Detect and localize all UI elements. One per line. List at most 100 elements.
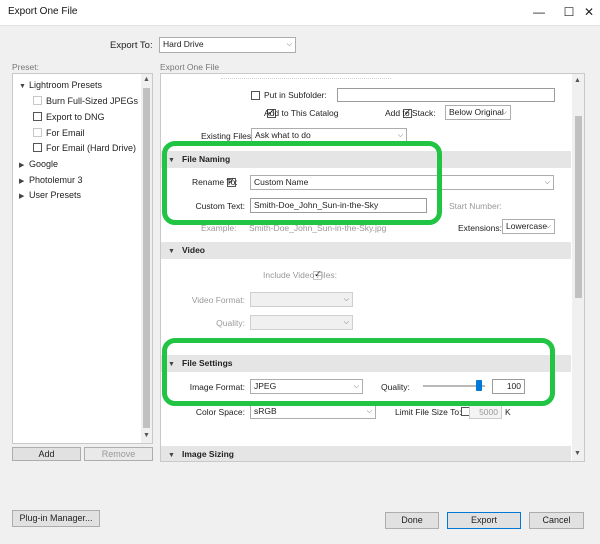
extensions-label: Extensions: bbox=[458, 223, 502, 233]
remove-preset-button[interactable]: Remove bbox=[84, 447, 153, 461]
preset-checkbox[interactable] bbox=[33, 112, 42, 121]
scroll-up-icon[interactable]: ▲ bbox=[143, 76, 150, 83]
file-naming-header[interactable]: ▼ File Naming bbox=[161, 151, 571, 168]
triangle-down-icon: ▼ bbox=[168, 157, 175, 164]
chevron-down-icon: ⌵ bbox=[544, 179, 550, 186]
custom-text-label: Custom Text: bbox=[195, 201, 245, 211]
preset-item-dng[interactable]: Export to DNG bbox=[33, 112, 105, 122]
scroll-down-icon[interactable]: ▼ bbox=[574, 450, 581, 457]
file-settings-title: File Settings bbox=[182, 358, 233, 368]
file-settings-header[interactable]: ▼ File Settings bbox=[161, 355, 571, 372]
preset-group-label: Google bbox=[29, 159, 59, 169]
triangle-right-icon: ▶ bbox=[19, 162, 25, 169]
triangle-down-icon: ▼ bbox=[168, 361, 175, 368]
scroll-down-icon[interactable]: ▼ bbox=[143, 432, 150, 439]
preset-group-label: User Presets bbox=[29, 190, 82, 200]
quality-label: Quality: bbox=[381, 382, 410, 392]
video-format-select[interactable]: ⌵ bbox=[250, 292, 353, 307]
existing-files-label: Existing Files: bbox=[201, 131, 254, 141]
maximize-icon: ☐ bbox=[563, 5, 575, 19]
color-space-select[interactable]: sRGB ⌵ bbox=[250, 404, 376, 419]
video-quality-label: Quality: bbox=[216, 318, 245, 328]
triangle-down-icon: ▼ bbox=[168, 248, 175, 255]
preset-group-lightroom[interactable]: ▼ Lightroom Presets bbox=[19, 80, 102, 90]
image-format-select[interactable]: JPEG ⌵ bbox=[250, 379, 363, 394]
cropped-row bbox=[221, 74, 391, 79]
video-format-label: Video Format: bbox=[191, 295, 245, 305]
preset-group-label: Photolemur 3 bbox=[29, 175, 83, 185]
subfolder-input[interactable] bbox=[337, 88, 555, 102]
preset-group-photolemur[interactable]: ▶ Photolemur 3 bbox=[19, 175, 83, 185]
add-to-catalog-label: Add to This Catalog bbox=[264, 108, 339, 118]
export-to-value: Hard Drive bbox=[163, 39, 204, 49]
preset-item-email[interactable]: For Email bbox=[33, 128, 85, 138]
quality-slider[interactable] bbox=[423, 380, 485, 392]
export-to-label: Export To: bbox=[110, 40, 153, 51]
video-quality-select[interactable]: ⌵ bbox=[250, 315, 353, 330]
triangle-right-icon: ▶ bbox=[19, 193, 25, 200]
preset-item-label: Export to DNG bbox=[46, 112, 105, 122]
plugin-manager-button[interactable]: Plug-in Manager... bbox=[12, 510, 100, 527]
title-bar: Export One File — ☐ ✕ bbox=[0, 0, 600, 26]
preset-item-burn[interactable]: Burn Full-Sized JPEGs bbox=[33, 96, 138, 106]
close-button[interactable]: ✕ bbox=[574, 0, 600, 25]
scroll-thumb[interactable] bbox=[575, 116, 582, 298]
preset-item-email-hd[interactable]: For Email (Hard Drive) bbox=[33, 143, 136, 153]
add-preset-button[interactable]: Add bbox=[12, 447, 81, 461]
put-in-subfolder-label: Put in Subfolder: bbox=[264, 90, 327, 100]
example-label: Example: bbox=[201, 223, 237, 233]
preset-group-label: Lightroom Presets bbox=[29, 80, 103, 90]
triangle-down-icon: ▼ bbox=[168, 452, 175, 459]
existing-files-select[interactable]: Ask what to do ⌵ bbox=[251, 128, 407, 143]
put-in-subfolder-checkbox[interactable] bbox=[251, 91, 260, 100]
cancel-button[interactable]: Cancel bbox=[529, 512, 584, 529]
video-header[interactable]: ▼ Video bbox=[161, 242, 571, 259]
limit-unit-label: K bbox=[505, 407, 511, 417]
extensions-select[interactable]: Lowercase ⌵ bbox=[502, 219, 555, 234]
color-space-value: sRGB bbox=[254, 406, 277, 416]
minimize-button[interactable]: — bbox=[524, 0, 554, 25]
video-title: Video bbox=[182, 245, 205, 255]
triangle-right-icon: ▶ bbox=[19, 178, 25, 185]
chevron-down-icon: ⌵ bbox=[343, 319, 349, 326]
done-button[interactable]: Done bbox=[385, 512, 439, 529]
preset-checkbox[interactable] bbox=[33, 143, 42, 152]
chevron-down-icon: ⌵ bbox=[366, 408, 372, 415]
preset-checkbox[interactable] bbox=[33, 96, 42, 105]
preset-scrollbar[interactable]: ▲ ▼ bbox=[141, 74, 152, 443]
close-icon: ✕ bbox=[583, 5, 595, 19]
preset-group-user[interactable]: ▶ User Presets bbox=[19, 190, 81, 200]
slider-thumb[interactable] bbox=[476, 380, 482, 391]
rename-to-select[interactable]: Custom Name ⌵ bbox=[250, 175, 554, 190]
existing-files-value: Ask what to do bbox=[255, 130, 311, 140]
rename-to-value: Custom Name bbox=[254, 177, 309, 187]
settings-scrollbar[interactable]: ▲ ▼ bbox=[572, 74, 584, 461]
image-format-label: Image Format: bbox=[189, 382, 245, 392]
export-settings-panel: Put in Subfolder: Add to This Catalog Ad… bbox=[160, 73, 585, 462]
extensions-value: Lowercase bbox=[506, 221, 548, 231]
image-format-value: JPEG bbox=[254, 381, 277, 391]
image-sizing-header[interactable]: ▼ Image Sizing bbox=[161, 446, 571, 461]
add-to-stack-select[interactable]: Below Original ⌵ bbox=[445, 105, 511, 120]
export-one-file-label: Export One File bbox=[160, 62, 220, 72]
color-space-label: Color Space: bbox=[195, 407, 245, 417]
include-video-label: Include Video Files: bbox=[263, 270, 338, 280]
preset-group-google[interactable]: ▶ Google bbox=[19, 159, 58, 169]
limit-file-size-label: Limit File Size To: bbox=[395, 407, 462, 417]
limit-file-size-input[interactable]: 5000 bbox=[469, 405, 502, 419]
chevron-down-icon: ⌵ bbox=[286, 41, 292, 48]
start-number-label: Start Number: bbox=[449, 201, 502, 211]
custom-text-input[interactable]: Smith-Doe_John_Sun-in-the-Sky bbox=[250, 198, 427, 213]
example-value: Smith-Doe_John_Sun-in-the-Sky.jpg bbox=[249, 223, 387, 233]
preset-list: ▼ Lightroom Presets Burn Full-Sized JPEGs… bbox=[12, 73, 153, 444]
preset-item-label: For Email bbox=[46, 128, 85, 138]
chevron-down-icon: ⌵ bbox=[545, 223, 551, 230]
export-button[interactable]: Export bbox=[447, 512, 521, 529]
export-to-select[interactable]: Hard Drive ⌵ bbox=[159, 37, 296, 53]
scroll-up-icon[interactable]: ▲ bbox=[574, 77, 581, 84]
scroll-thumb[interactable] bbox=[143, 88, 150, 428]
quality-input[interactable]: 100 bbox=[492, 379, 525, 394]
chevron-down-icon: ⌵ bbox=[501, 109, 507, 116]
minimize-icon: — bbox=[533, 5, 545, 19]
preset-checkbox[interactable] bbox=[33, 128, 42, 137]
